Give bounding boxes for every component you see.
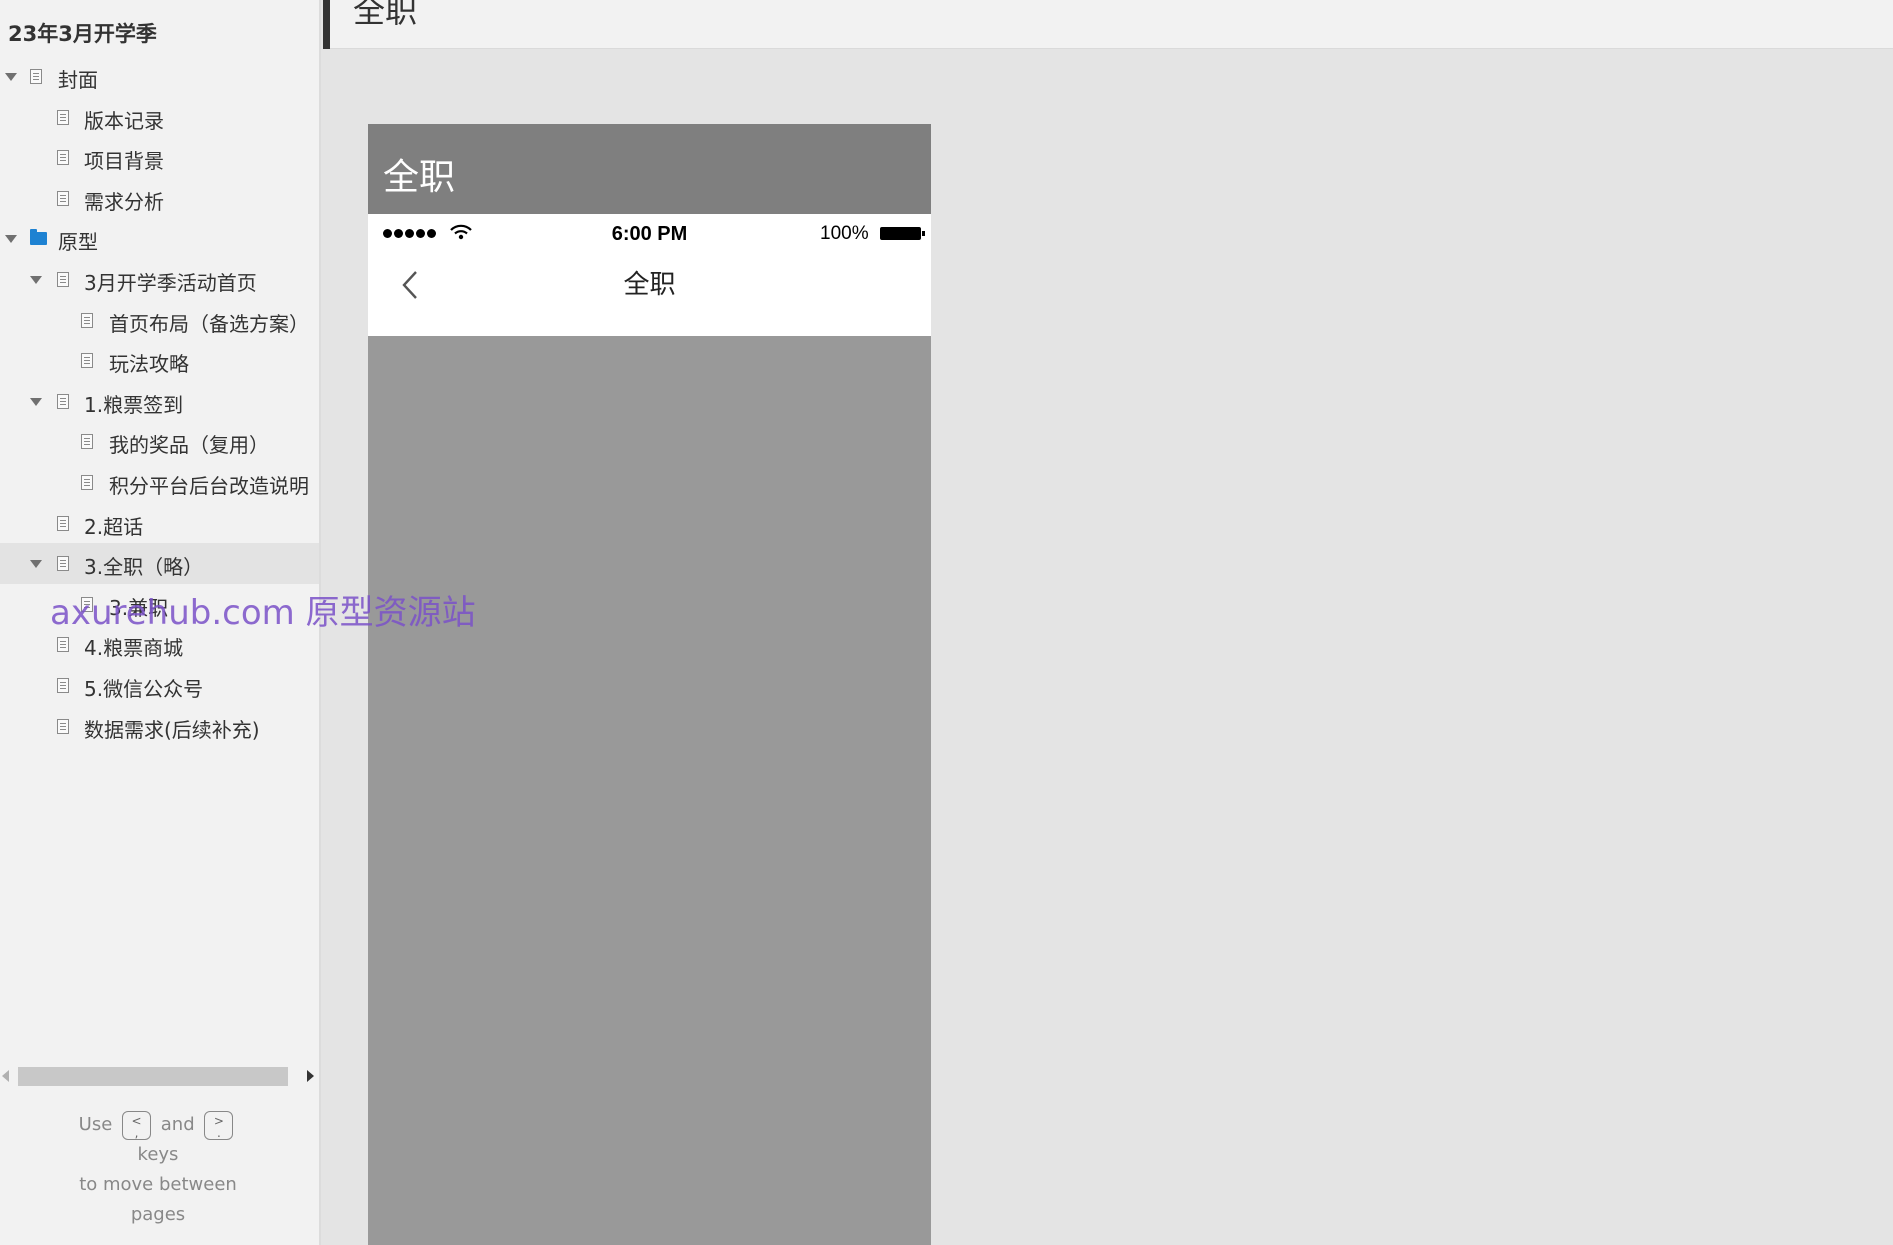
- page-icon: [57, 637, 69, 653]
- header-accent-bar: [323, 0, 330, 49]
- tree-item-label: 3.全职（略）: [84, 555, 204, 580]
- tree-item[interactable]: 我的奖品（复用）: [0, 421, 319, 462]
- page-icon: [57, 109, 69, 125]
- scroll-right-arrow-icon[interactable]: [307, 1070, 314, 1082]
- tree-item[interactable]: 原型: [0, 218, 319, 259]
- page-icon: [57, 677, 69, 693]
- status-bar: 6:00 PM 100%: [368, 214, 931, 251]
- tree-item-label: 版本记录: [84, 108, 164, 133]
- expand-caret-icon[interactable]: [5, 73, 17, 81]
- tree-item-label: 原型: [58, 230, 98, 255]
- tree-item[interactable]: 首页布局（备选方案）: [0, 300, 319, 341]
- page-icon: [81, 434, 93, 450]
- expand-caret-icon[interactable]: [30, 397, 42, 406]
- tree-item[interactable]: 数据需求(后续补充): [0, 706, 319, 747]
- tree-item[interactable]: 项目背景: [0, 137, 319, 178]
- tree-item-label: 封面: [58, 68, 98, 92]
- page-icon: [57, 556, 69, 572]
- page-tree: 封面版本记录项目背景需求分析原型 3月开学季活动首页首页布局（备选方案） 玩法攻略 1…: [0, 56, 319, 747]
- tree-item-label: 1.粮票签到: [84, 392, 184, 417]
- expand-caret-icon[interactable]: [30, 560, 42, 569]
- tree-item-label: 需求分析: [84, 189, 164, 214]
- hint-keys-text: keys: [137, 1144, 179, 1165]
- tree-item[interactable]: 3月开学季活动首页: [0, 259, 319, 300]
- next-page-key-icon: >.: [204, 1110, 234, 1140]
- tree-item[interactable]: 5.微信公众号: [0, 665, 319, 706]
- tree-item-label: 3月开学季活动首页: [84, 270, 257, 295]
- tree-item[interactable]: 封面: [0, 56, 319, 97]
- tree-item-label: 积分平台后台改造说明: [109, 473, 309, 498]
- phone-banner: 全职: [368, 124, 931, 214]
- tree-item-label: 数据需求(后续补充): [84, 717, 260, 742]
- expand-caret-icon[interactable]: [30, 275, 42, 284]
- tree-item-label: 5.微信公众号: [84, 676, 204, 701]
- hint-use-text: Use: [78, 1114, 113, 1135]
- battery-percent: 100%: [820, 223, 869, 244]
- page-title: 全职: [353, 0, 418, 30]
- tree-item[interactable]: 1.粮票签到: [0, 381, 319, 422]
- tree-item[interactable]: 积分平台后台改造说明: [0, 462, 319, 503]
- page-icon: [81, 312, 93, 328]
- tree-item[interactable]: 需求分析: [0, 178, 319, 219]
- page-icon: [57, 718, 69, 734]
- page-icon: [57, 515, 69, 531]
- page-icon: [57, 393, 69, 409]
- nav-bar: 全职: [368, 251, 931, 336]
- folder-icon: [30, 229, 47, 246]
- tree-item-label: 4.粮票商城: [84, 636, 184, 661]
- tree-item-label: 首页布局（备选方案）: [109, 311, 309, 336]
- tree-item[interactable]: 玩法攻略: [0, 340, 319, 381]
- scroll-left-arrow-icon[interactable]: [2, 1070, 9, 1082]
- scrollbar-thumb[interactable]: [18, 1067, 288, 1086]
- keyboard-hint: Use <, and >. keys to move between pages: [0, 1110, 316, 1230]
- banner-title: 全职: [383, 157, 456, 198]
- tree-item[interactable]: 3.全职（略）: [0, 543, 319, 584]
- battery-icon: [880, 227, 925, 240]
- page-icon: [57, 190, 69, 206]
- expand-caret-icon[interactable]: [5, 235, 17, 244]
- page-header: 全职: [323, 0, 1893, 49]
- page-icon: [30, 69, 42, 84]
- hint-pages-text: pages: [130, 1204, 186, 1225]
- page-icon: [81, 474, 93, 490]
- tree-item[interactable]: 版本记录: [0, 97, 319, 138]
- tree-item-label: 玩法攻略: [109, 352, 189, 377]
- page-icon: [57, 271, 69, 287]
- tree-item[interactable]: 2.超话: [0, 503, 319, 544]
- page-icon: [81, 353, 93, 369]
- prev-page-key-icon: <,: [122, 1110, 152, 1140]
- project-title: 23年3月开学季: [8, 22, 157, 46]
- hint-move-text: to move between: [79, 1174, 237, 1195]
- tree-item-label: 我的奖品（复用）: [109, 433, 269, 458]
- phone-mockup: 全职 6:00 PM 100% 全职: [368, 124, 931, 1245]
- tree-item-label: 项目背景: [84, 149, 164, 174]
- nav-title: 全职: [623, 270, 676, 300]
- page-icon: [57, 150, 69, 166]
- hint-and-text: and: [160, 1114, 195, 1135]
- watermark: axurehub.com 原型资源站: [50, 593, 476, 633]
- sidebar-horizontal-scrollbar[interactable]: [0, 1066, 319, 1086]
- tree-item-label: 2.超话: [84, 514, 144, 539]
